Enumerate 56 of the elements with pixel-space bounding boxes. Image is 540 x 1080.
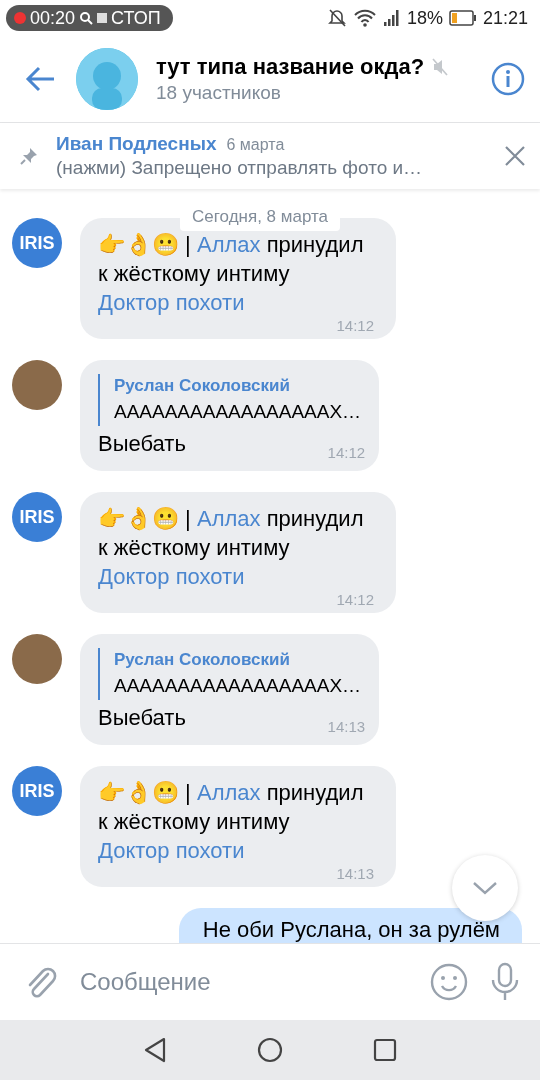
home-nav-button[interactable] bbox=[257, 1037, 283, 1063]
wifi-icon bbox=[352, 8, 377, 28]
muted-bell-icon bbox=[326, 8, 347, 28]
signal-icon bbox=[382, 9, 401, 27]
member-count: 18 участников bbox=[156, 82, 282, 104]
emoji-button[interactable] bbox=[430, 963, 468, 1001]
mention-link[interactable]: Аллах bbox=[196, 506, 261, 531]
clock-time: 21:21 bbox=[482, 7, 528, 29]
mention-link[interactable]: Доктор похоти bbox=[98, 564, 245, 589]
chat-avatar bbox=[76, 48, 138, 110]
quoted-message[interactable]: Руслан Соколовский АААААААААААААААААХ… bbox=[98, 648, 362, 700]
recents-nav-button[interactable] bbox=[373, 1038, 397, 1062]
message-time: 14:12 bbox=[326, 445, 366, 461]
quoted-message[interactable]: Руслан Соколовский АААААААААААААААААХ… bbox=[98, 374, 362, 426]
battery-icon bbox=[448, 10, 477, 26]
screen-recorder-pill[interactable]: 00:20 СТОП bbox=[6, 5, 173, 31]
bot-avatar[interactable]: IRIS bbox=[12, 218, 62, 268]
message-time: 14:12 bbox=[336, 592, 374, 608]
close-button[interactable] bbox=[504, 145, 526, 167]
mention-link[interactable]: Доктор похоти bbox=[98, 290, 245, 315]
bot-avatar[interactable]: IRIS bbox=[12, 766, 62, 816]
message-text: Выебать bbox=[98, 431, 186, 456]
mention-link[interactable]: Доктор похоти bbox=[98, 838, 245, 863]
pin-icon bbox=[20, 147, 38, 165]
microphone-button[interactable] bbox=[490, 962, 520, 1002]
quote-author: Руслан Соколовский bbox=[114, 649, 291, 671]
info-button[interactable] bbox=[490, 61, 526, 97]
message-time: 14:13 bbox=[336, 866, 374, 882]
quote-text: АААААААААААААААААХ… bbox=[114, 400, 362, 424]
user-avatar[interactable] bbox=[12, 634, 62, 684]
message-text: Выебать bbox=[98, 705, 186, 730]
stop-square-icon bbox=[97, 13, 108, 23]
message-text: 👉👌😬 | Аллах принудил к жёсткому интиму Доктор похоти bbox=[98, 780, 364, 863]
pinned-message[interactable]: (нажми) Запрещено отправлять фото и… bbox=[56, 157, 486, 179]
message-time: 14:12 bbox=[336, 318, 374, 334]
message-time: 14:13 bbox=[326, 719, 366, 735]
bot-avatar[interactable]: IRIS bbox=[12, 492, 62, 542]
stop-label[interactable]: СТОП bbox=[111, 7, 161, 29]
quote-text: АААААААААААААААААХ… bbox=[114, 674, 362, 698]
record-dot-icon bbox=[14, 12, 26, 24]
message-input-field[interactable]: Сообщение bbox=[80, 968, 408, 996]
chat-title: тут типа название окда? bbox=[156, 54, 425, 80]
chevron-down-icon bbox=[472, 880, 498, 896]
mention-link[interactable]: Аллах bbox=[196, 780, 261, 805]
message-text: Не оби Руслана, он за рулём bbox=[202, 917, 500, 942]
message-text: 👉👌😬 | Аллах принудил к жёсткому интиму Доктор похоти bbox=[98, 506, 364, 589]
search-icon bbox=[79, 11, 94, 25]
back-nav-button[interactable] bbox=[143, 1037, 167, 1063]
recording-time: 00:20 bbox=[30, 7, 76, 29]
quote-author: Руслан Соколовский bbox=[114, 375, 291, 397]
battery-percent: 18% bbox=[406, 7, 443, 29]
user-avatar[interactable] bbox=[12, 360, 62, 410]
pinned-author[interactable]: Иван Подлесных bbox=[56, 133, 217, 155]
pinned-date: 6 марта bbox=[226, 136, 285, 154]
mention-link[interactable]: Аллах bbox=[196, 232, 261, 257]
message-text: 👉👌😬 | Аллах принудил к жёсткому интиму Доктор похоти bbox=[98, 232, 364, 315]
